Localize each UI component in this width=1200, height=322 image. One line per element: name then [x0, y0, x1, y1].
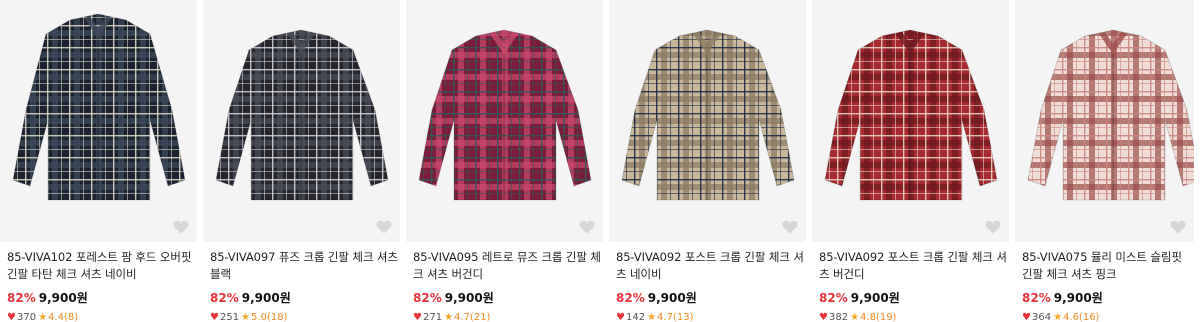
- likes-heart-icon: ♥: [7, 312, 16, 322]
- product-card[interactable]: 85-VIVA075 뮬리 미스트 슬림핏 긴팔 체크 셔츠 핑크 82% 9,90…: [1015, 0, 1200, 322]
- likes-count: 370: [16, 312, 37, 322]
- rating-star-icon: ★: [444, 312, 454, 322]
- shirt-illustration: [12, 13, 186, 201]
- discount-rate: 82%: [616, 291, 645, 305]
- price-row: 82% 9,900원: [1022, 289, 1200, 306]
- product-card[interactable]: 85-VIVA102 포레스트 팜 후드 오버핏 긴팔 타탄 체크 셔츠 네이비…: [0, 0, 203, 322]
- likes-count: 251: [219, 312, 240, 322]
- likes-heart-icon: ♥: [1022, 312, 1031, 322]
- discount-rate: 82%: [413, 291, 442, 305]
- product-grid: 85-VIVA102 포레스트 팜 후드 오버핏 긴팔 타탄 체크 셔츠 네이비…: [0, 0, 1200, 322]
- wishlist-heart-icon[interactable]: [376, 220, 392, 234]
- discount-rate: 82%: [210, 291, 239, 305]
- product-title[interactable]: 85-VIVA092 포스트 크롭 긴팔 체크 셔츠 버건디: [819, 249, 1007, 283]
- product-card[interactable]: 85-VIVA097 퓨즈 크롭 긴팔 체크 셔츠 블랙 82% 9,900원 ♥ 25…: [203, 0, 406, 322]
- rating-value: 4.8(19): [860, 312, 897, 322]
- product-card[interactable]: 85-VIVA092 포스트 크롭 긴팔 체크 셔츠 네이비 82% 9,900원 ♥…: [609, 0, 812, 322]
- sale-price: 9,900원: [1053, 291, 1103, 305]
- product-image[interactable]: [406, 0, 603, 242]
- likes-count: 142: [625, 312, 646, 322]
- product-title[interactable]: 85-VIVA097 퓨즈 크롭 긴팔 체크 셔츠 블랙: [210, 249, 398, 283]
- likes-count: 364: [1031, 312, 1052, 322]
- product-title[interactable]: 85-VIVA092 포스트 크롭 긴팔 체크 셔츠 네이비: [616, 249, 804, 283]
- likes-heart-icon: ♥: [210, 312, 219, 322]
- product-title[interactable]: 85-VIVA075 뮬리 미스트 슬림핏 긴팔 체크 셔츠 핑크: [1022, 249, 1192, 283]
- sale-price: 9,900원: [647, 291, 697, 305]
- likes-heart-icon: ♥: [819, 312, 828, 322]
- review-meta: ♥ 370 ★ 4.4(8): [7, 312, 203, 322]
- discount-rate: 82%: [1022, 291, 1051, 305]
- review-meta: ♥ 251 ★ 5.0(18): [210, 312, 406, 322]
- price-row: 82% 9,900원: [819, 289, 1015, 306]
- rating-value: 4.7(13): [657, 312, 694, 322]
- rating-value: 5.0(18): [251, 312, 288, 322]
- product-image[interactable]: [0, 0, 197, 242]
- product-card[interactable]: 85-VIVA095 레트로 뮤즈 크롭 긴팔 체크 셔츠 버건디 82% 9,90…: [406, 0, 609, 322]
- review-meta: ♥ 271 ★ 4.7(21): [413, 312, 609, 322]
- price-row: 82% 9,900원: [7, 289, 203, 306]
- product-image[interactable]: [609, 0, 806, 242]
- product-title[interactable]: 85-VIVA095 레트로 뮤즈 크롭 긴팔 체크 셔츠 버건디: [413, 249, 601, 283]
- shirt-illustration: [824, 29, 998, 201]
- review-meta: ♥ 142 ★ 4.7(13): [616, 312, 812, 322]
- product-title[interactable]: 85-VIVA102 포레스트 팜 후드 오버핏 긴팔 타탄 체크 셔츠 네이비: [7, 249, 195, 283]
- review-meta: ♥ 382 ★ 4.8(19): [819, 312, 1015, 322]
- rating-value: 4.6(16): [1063, 312, 1100, 322]
- sale-price: 9,900원: [38, 291, 88, 305]
- rating-star-icon: ★: [1053, 312, 1063, 322]
- wishlist-heart-icon[interactable]: [1170, 220, 1186, 234]
- product-image[interactable]: [203, 0, 400, 242]
- wishlist-heart-icon[interactable]: [173, 220, 189, 234]
- rating-value: 4.4(8): [48, 312, 79, 322]
- product-card[interactable]: 85-VIVA092 포스트 크롭 긴팔 체크 셔츠 버건디 82% 9,900원 ♥…: [812, 0, 1015, 322]
- price-row: 82% 9,900원: [210, 289, 406, 306]
- discount-rate: 82%: [819, 291, 848, 305]
- discount-rate: 82%: [7, 291, 36, 305]
- product-image[interactable]: [1015, 0, 1194, 242]
- likes-heart-icon: ♥: [413, 312, 422, 322]
- shirt-illustration: [621, 29, 795, 201]
- wishlist-heart-icon[interactable]: [985, 220, 1001, 234]
- likes-count: 382: [828, 312, 849, 322]
- shirt-illustration: [1027, 29, 1194, 201]
- rating-value: 4.7(21): [454, 312, 491, 322]
- shirt-illustration: [215, 29, 389, 201]
- shirt-illustration: [418, 29, 592, 201]
- rating-star-icon: ★: [647, 312, 657, 322]
- wishlist-heart-icon[interactable]: [782, 220, 798, 234]
- sale-price: 9,900원: [444, 291, 494, 305]
- likes-count: 271: [422, 312, 443, 322]
- likes-heart-icon: ♥: [616, 312, 625, 322]
- review-meta: ♥ 364 ★ 4.6(16): [1022, 312, 1200, 322]
- rating-star-icon: ★: [38, 312, 48, 322]
- sale-price: 9,900원: [850, 291, 900, 305]
- price-row: 82% 9,900원: [616, 289, 812, 306]
- rating-star-icon: ★: [241, 312, 251, 322]
- wishlist-heart-icon[interactable]: [579, 220, 595, 234]
- sale-price: 9,900원: [241, 291, 291, 305]
- rating-star-icon: ★: [850, 312, 860, 322]
- price-row: 82% 9,900원: [413, 289, 609, 306]
- product-image[interactable]: [812, 0, 1009, 242]
